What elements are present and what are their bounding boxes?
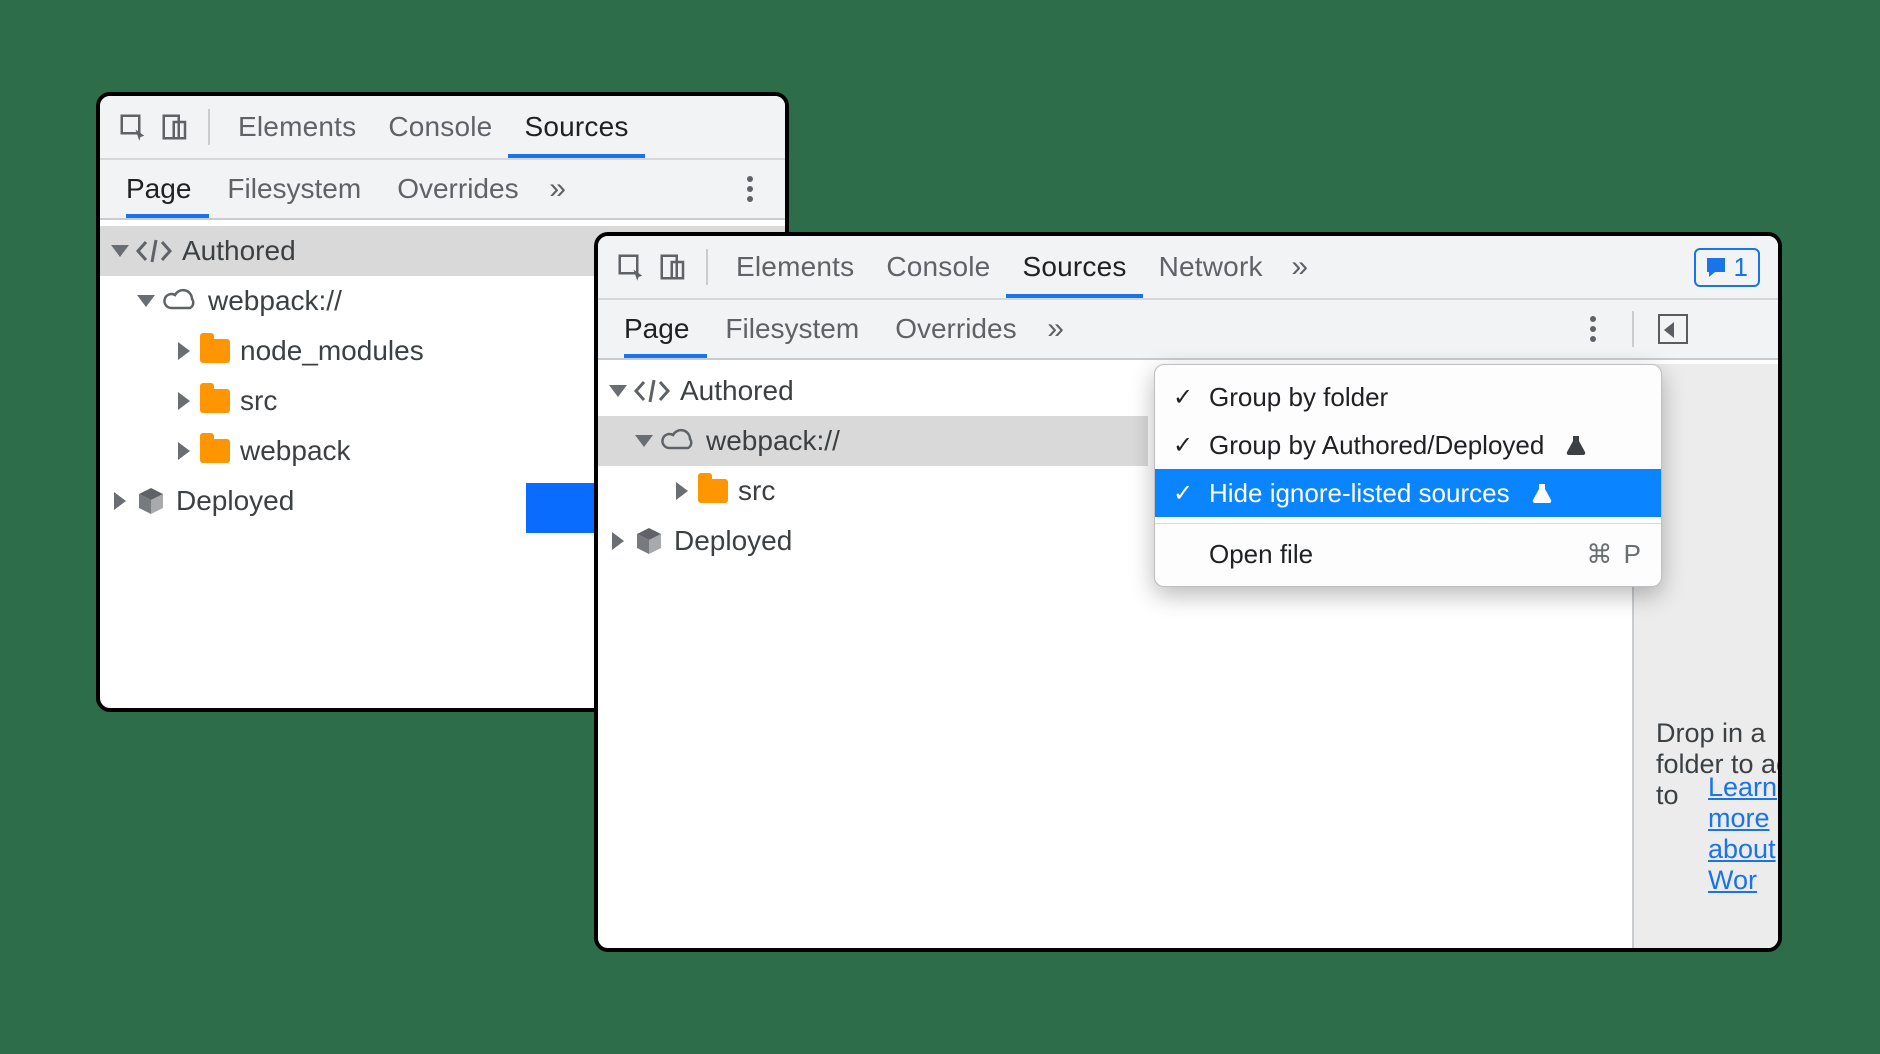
tab-sources[interactable]: Sources — [1006, 236, 1142, 298]
tree-deployed[interactable]: Deployed — [598, 516, 1148, 566]
cloud-icon — [660, 428, 696, 454]
devtools-window-after: Elements Console Sources Network » 1 Pag… — [594, 232, 1782, 952]
device-toggle-icon[interactable] — [154, 106, 196, 148]
flask-icon — [1532, 482, 1552, 504]
tree-label: Authored — [182, 235, 296, 267]
chevron-down-icon — [609, 385, 627, 397]
check-icon: ✓ — [1173, 383, 1195, 412]
tab-elements[interactable]: Elements — [222, 96, 372, 158]
chevron-right-icon — [178, 392, 190, 410]
folder-icon — [200, 389, 230, 413]
messages-badge[interactable]: 1 — [1694, 248, 1760, 287]
chevron-double-right-icon[interactable]: » — [1035, 308, 1077, 350]
chevron-down-icon — [111, 245, 129, 257]
kebab-menu-icon[interactable] — [1572, 308, 1614, 350]
file-tree: Authored webpack:// src — [598, 360, 1148, 566]
flask-icon — [1566, 434, 1586, 456]
menu-item-label: Group by folder — [1209, 382, 1388, 413]
tree-label: webpack:// — [208, 285, 342, 317]
cube-icon — [634, 526, 664, 556]
sources-subtabbar: Page Filesystem Overrides » — [100, 160, 785, 220]
tree-label: node_modules — [240, 335, 424, 367]
tree-webpack[interactable]: webpack:// — [598, 416, 1148, 466]
menu-shortcut: ⌘ P — [1586, 539, 1643, 570]
chevron-right-icon — [676, 482, 688, 500]
tree-label: Deployed — [176, 485, 294, 517]
subtab-overrides[interactable]: Overrides — [877, 300, 1034, 358]
main-tabbar: Elements Console Sources Network » 1 — [598, 236, 1778, 300]
menu-item-hide-ignore-listed[interactable]: ✓ Hide ignore-listed sources — [1155, 469, 1661, 517]
chevron-down-icon — [635, 435, 653, 447]
tree-label: Deployed — [674, 525, 792, 557]
menu-item-label: Group by Authored/Deployed — [1209, 430, 1544, 461]
subtab-page[interactable]: Page — [624, 300, 707, 358]
main-tabbar: Elements Console Sources — [100, 96, 785, 160]
learn-more-link[interactable]: Learn more about Wor — [1708, 772, 1778, 896]
tree-label: webpack — [240, 435, 351, 467]
messages-count: 1 — [1734, 252, 1748, 283]
kebab-menu-icon[interactable] — [729, 168, 771, 210]
subtab-overrides[interactable]: Overrides — [379, 160, 536, 218]
check-icon: ✓ — [1173, 431, 1195, 460]
device-toggle-icon[interactable] — [652, 246, 694, 288]
menu-item-open-file[interactable]: Open file ⌘ P — [1155, 530, 1661, 578]
folder-icon — [200, 439, 230, 463]
sources-subtabbar: Page Filesystem Overrides » — [598, 300, 1778, 360]
chevron-right-icon — [114, 492, 126, 510]
tab-console[interactable]: Console — [870, 236, 1006, 298]
chevron-double-right-icon[interactable]: » — [1279, 246, 1321, 288]
chevron-double-right-icon[interactable]: » — [537, 168, 579, 210]
separator — [706, 249, 708, 285]
menu-item-group-by-folder[interactable]: ✓ Group by folder — [1155, 373, 1661, 421]
chevron-right-icon — [612, 532, 624, 550]
inspect-icon[interactable] — [610, 246, 652, 288]
subtab-page[interactable]: Page — [126, 160, 209, 218]
tree-authored[interactable]: Authored — [598, 366, 1148, 416]
chevron-down-icon — [137, 295, 155, 307]
tree-label: Authored — [680, 375, 794, 407]
context-menu: ✓ Group by folder ✓ Group by Authored/De… — [1154, 364, 1662, 587]
tree-label: webpack:// — [706, 425, 840, 457]
inspect-icon[interactable] — [112, 106, 154, 148]
separator — [1632, 311, 1634, 347]
separator — [208, 109, 210, 145]
menu-item-group-by-authored-deployed[interactable]: ✓ Group by Authored/Deployed — [1155, 421, 1661, 469]
chevron-right-icon — [178, 442, 190, 460]
cloud-icon — [162, 288, 198, 314]
tab-elements[interactable]: Elements — [720, 236, 870, 298]
folder-icon — [698, 479, 728, 503]
check-icon: ✓ — [1173, 479, 1195, 508]
tab-sources[interactable]: Sources — [508, 96, 644, 158]
menu-item-label: Open file — [1209, 539, 1313, 570]
tab-network[interactable]: Network — [1143, 236, 1279, 298]
folder-icon — [200, 339, 230, 363]
cube-icon — [136, 486, 166, 516]
code-brackets-icon — [634, 378, 670, 404]
menu-item-label: Hide ignore-listed sources — [1209, 478, 1510, 509]
menu-separator — [1155, 523, 1661, 524]
chevron-right-icon — [178, 342, 190, 360]
tab-console[interactable]: Console — [372, 96, 508, 158]
collapse-pane-icon[interactable] — [1652, 308, 1694, 350]
tree-folder-src[interactable]: src — [598, 466, 1148, 516]
tree-label: src — [738, 475, 775, 507]
tree-label: src — [240, 385, 277, 417]
subtab-filesystem[interactable]: Filesystem — [209, 160, 379, 218]
subtab-filesystem[interactable]: Filesystem — [707, 300, 877, 358]
code-brackets-icon — [136, 238, 172, 264]
